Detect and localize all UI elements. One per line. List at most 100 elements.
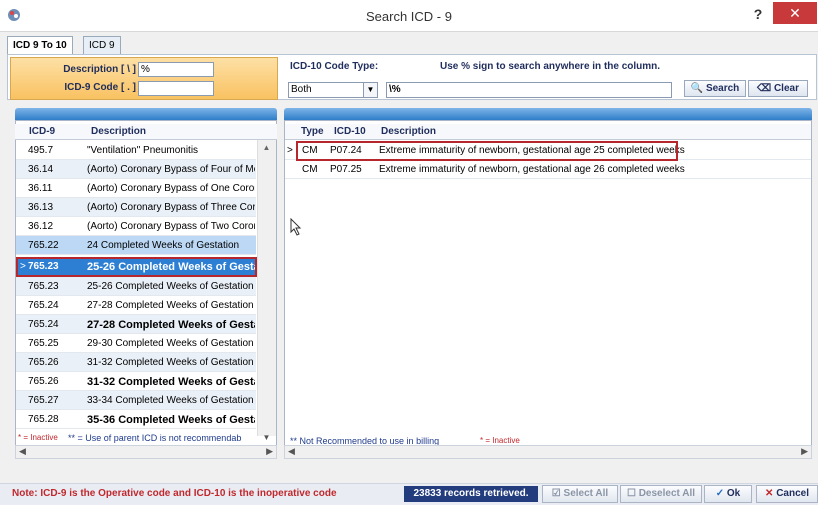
row-type: CM [302, 164, 318, 175]
row-code: 765.26 [28, 357, 59, 368]
clear-button-label: Clear [773, 83, 799, 94]
column-header-icd10[interactable]: ICD-10 [334, 126, 366, 137]
code-type-value: Both [291, 84, 312, 95]
table-row[interactable]: 495.7 "Ventilation" Pneumonitis [16, 141, 256, 160]
table-row[interactable]: 765.28 35-36 Completed Weeks of Gestal [16, 410, 256, 429]
row-pointer-icon: > [20, 261, 26, 272]
row-code: 765.24 [28, 319, 59, 330]
row-code: 36.13 [28, 202, 54, 213]
row-description: 31-32 Completed Weeks of Gestal [87, 376, 255, 388]
checkbox-icon: ☑ [551, 488, 561, 499]
row-description: 27-28 Completed Weeks of Gestal [87, 319, 255, 331]
select-all-button[interactable]: ☑ Select All [542, 485, 618, 503]
row-code: 765.22 [28, 240, 59, 251]
scroll-right-icon[interactable]: ▶ [266, 446, 273, 457]
row-description: (Aorto) Coronary Bypass of Four of More [87, 164, 255, 175]
code-type-select[interactable]: Both ▼ [288, 82, 378, 98]
tab-icd9-to-10[interactable]: ICD 9 To 10 [7, 36, 73, 55]
chevron-down-icon[interactable]: ▼ [363, 83, 377, 97]
right-grid-header-band [284, 108, 812, 120]
window-title: Search ICD - 9 [366, 9, 452, 24]
column-header-icd9[interactable]: ICD-9 [29, 126, 55, 137]
row-code: 765.27 [28, 395, 59, 406]
selected-row-outline [296, 141, 678, 161]
checkbox-empty-icon: ☐ [626, 488, 636, 499]
icd9-code-label: ICD-9 Code [ . ] [64, 82, 136, 93]
row-code: 765.26 [28, 376, 59, 387]
row-code: 765.23 [28, 281, 59, 292]
table-row[interactable]: 765.24 27-28 Completed Weeks of Gestation [16, 296, 256, 315]
ok-button[interactable]: ✓ Ok [704, 485, 752, 503]
table-row[interactable]: 765.26 31-32 Completed Weeks of Gestal [16, 372, 256, 391]
row-code: 765.28 [28, 414, 59, 425]
row-description: 29-30 Completed Weeks of Gestation [87, 338, 254, 349]
row-code: 36.12 [28, 221, 54, 232]
table-row[interactable]: CM P07.25 Extreme immaturity of newborn,… [285, 160, 811, 179]
code-type-label: ICD-10 Code Type: [290, 61, 379, 72]
tab-icd9[interactable]: ICD 9 [83, 36, 121, 55]
column-header-type[interactable]: Type [301, 126, 324, 137]
description-input[interactable]: % [138, 62, 214, 77]
mouse-cursor-icon [290, 217, 302, 239]
scroll-left-icon[interactable]: ◀ [19, 446, 26, 457]
table-row[interactable]: 765.26 31-32 Completed Weeks of Gestation [16, 353, 256, 372]
help-button[interactable]: ? [746, 4, 770, 26]
row-description: 24 Completed Weeks of Gestation [87, 240, 240, 251]
row-description: Extreme immaturity of newborn, gestation… [379, 164, 685, 175]
left-horizontal-scrollbar[interactable]: ◀ ▶ [15, 445, 277, 459]
deselect-all-label: Deselect All [638, 488, 696, 499]
row-code: 36.11 [28, 183, 53, 194]
select-all-label: Select All [563, 488, 609, 499]
table-row[interactable]: 36.13 (Aorto) Coronary Bypass of Three Co… [16, 198, 256, 217]
row-description: (Aorto) Coronary Bypass of One Coronary [87, 183, 255, 194]
description-label: Description [ \ ] [63, 64, 136, 75]
scroll-down-icon[interactable]: ▼ [257, 433, 276, 442]
search-icon: 🔍 [690, 83, 704, 94]
row-description: 33-34 Completed Weeks of Gestation [87, 395, 254, 406]
status-note: Note: ICD-9 is the Operative code and IC… [12, 488, 337, 499]
table-row[interactable]: 765.27 33-34 Completed Weeks of Gestation [16, 391, 256, 410]
search-hint: Use % sign to search anywhere in the col… [440, 61, 661, 72]
scroll-left-icon[interactable]: ◀ [288, 446, 295, 457]
search-button[interactable]: 🔍 Search [684, 80, 746, 97]
right-horizontal-scrollbar[interactable]: ◀ ▶ [284, 445, 812, 459]
row-description: 25-26 Completed Weeks of Gestation [87, 281, 254, 292]
row-description: 35-36 Completed Weeks of Gestal [87, 414, 255, 426]
row-code: 765.24 [28, 300, 59, 311]
table-row[interactable]: 765.24 27-28 Completed Weeks of Gestal [16, 315, 256, 334]
table-row[interactable]: 765.25 29-30 Completed Weeks of Gestation [16, 334, 256, 353]
selected-row-outline [16, 257, 257, 277]
row-description: (Aorto) Coronary Bypass of Three Corona [87, 202, 255, 213]
close-icon: ✕ [765, 488, 774, 499]
ok-label: Ok [726, 488, 741, 499]
clear-button[interactable]: ⌫ Clear [748, 80, 808, 97]
left-vertical-scrollbar[interactable] [257, 140, 276, 436]
row-description: 31-32 Completed Weeks of Gestation [87, 357, 254, 368]
table-row[interactable]: 765.23 25-26 Completed Weeks of Gestation [16, 277, 256, 296]
record-count-badge: 23833 records retrieved. [404, 486, 538, 502]
column-header-description[interactable]: Description [381, 126, 436, 137]
cancel-button[interactable]: ✕ Cancel [756, 485, 818, 503]
check-icon: ✓ [715, 488, 725, 499]
close-button[interactable]: ✕ [773, 2, 817, 24]
legend-inactive: * = Inactive [480, 436, 520, 445]
scroll-right-icon[interactable]: ▶ [801, 446, 808, 457]
cancel-label: Cancel [776, 488, 809, 499]
row-code: 36.14 [28, 164, 54, 175]
row-description: 27-28 Completed Weeks of Gestation [87, 300, 254, 311]
icd9-code-input[interactable] [138, 81, 214, 96]
search-button-label: Search [705, 83, 740, 94]
column-header-description[interactable]: Description [91, 126, 146, 137]
table-row[interactable]: 36.14 (Aorto) Coronary Bypass of Four of … [16, 160, 256, 179]
row-description: (Aorto) Coronary Bypass of Two Coronary [87, 221, 255, 232]
eraser-icon: ⌫ [757, 83, 772, 94]
left-grid-header-band [15, 108, 277, 120]
table-row[interactable]: 765.22 24 Completed Weeks of Gestation [16, 236, 256, 255]
deselect-all-button[interactable]: ☐ Deselect All [620, 485, 702, 503]
row-code: 495.7 [28, 145, 54, 156]
scroll-up-icon[interactable]: ▲ [259, 143, 274, 155]
table-row[interactable]: 36.11 (Aorto) Coronary Bypass of One Coro… [16, 179, 256, 198]
search-input[interactable]: \% [386, 82, 672, 98]
row-code: 765.25 [28, 338, 59, 349]
table-row[interactable]: 36.12 (Aorto) Coronary Bypass of Two Coro… [16, 217, 256, 236]
